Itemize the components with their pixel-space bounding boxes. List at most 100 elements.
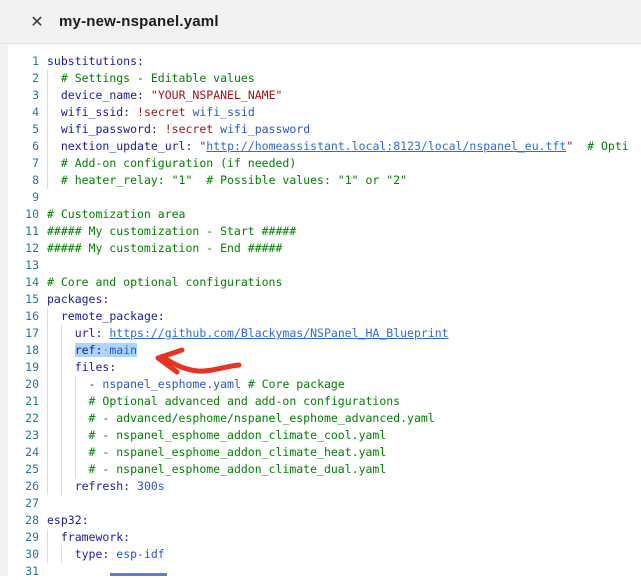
line-content[interactable]: # - nspanel_esphome_addon_climate_cool.y… [47, 427, 641, 444]
code-line-1[interactable]: 1substitutions: [0, 53, 641, 70]
indent-guide [61, 478, 62, 495]
indent-guide [47, 444, 48, 461]
token-cmt: # Core and optional configurations [47, 275, 282, 289]
line-content[interactable]: # - nspanel_esphome_addon_climate_dual.y… [47, 461, 641, 478]
code-line-3[interactable]: 3 device_name: "YOUR_NSPANEL_NAME" [0, 87, 641, 104]
token-cmt: # Add-on configuration (if needed) [61, 156, 296, 170]
line-content[interactable]: # Settings - Editable values [47, 70, 641, 87]
token-pl [47, 88, 61, 102]
code-line-14[interactable]: 14# Core and optional configurations [0, 274, 641, 291]
indent-guide [47, 427, 48, 444]
line-content[interactable]: # Customization area [47, 206, 641, 223]
line-content[interactable]: refresh: 300s [47, 478, 641, 495]
line-content[interactable]: packages: [47, 291, 641, 308]
indent-guide [61, 444, 62, 461]
indent-guide [47, 308, 48, 325]
token-key: substitutions: [47, 54, 144, 68]
indent-guide [47, 376, 48, 393]
line-content[interactable]: framework: [47, 529, 641, 546]
token-key: refresh: [75, 479, 130, 493]
token-pl [47, 411, 89, 425]
code-editor[interactable]: 1substitutions:2 # Settings - Editable v… [0, 44, 641, 580]
code-line-29[interactable]: 29 framework: [0, 529, 641, 546]
indent-guide [47, 172, 48, 189]
code-line-6[interactable]: 6 nextion_update_url: "http://homeassist… [0, 138, 641, 155]
code-line-21[interactable]: 21 # Optional advanced and add-on config… [0, 393, 641, 410]
line-content[interactable]: # - nspanel_esphome_addon_climate_heat.y… [47, 444, 641, 461]
close-icon[interactable]: ✕ [28, 13, 46, 31]
indent-guide [61, 461, 62, 478]
code-line-9[interactable]: 9 [0, 189, 641, 206]
code-line-23[interactable]: 23 # - nspanel_esphome_addon_climate_coo… [0, 427, 641, 444]
code-line-30[interactable]: 30 type: esp-idf [0, 546, 641, 563]
code-line-25[interactable]: 25 # - nspanel_esphome_addon_climate_dua… [0, 461, 641, 478]
indent-guide [61, 342, 62, 359]
indent-guide [61, 325, 62, 342]
line-content[interactable]: # - advanced/esphome/nspanel_esphome_adv… [47, 410, 641, 427]
editor-tab-bar: ✕ my-new-nspanel.yaml [0, 0, 641, 44]
indent-guide [47, 529, 48, 546]
line-content[interactable] [47, 563, 641, 580]
indent-guide [61, 546, 62, 563]
code-line-19[interactable]: 19 files: [0, 359, 641, 376]
indent-guide [75, 427, 76, 444]
line-content[interactable]: # Add-on configuration (if needed) [47, 155, 641, 172]
line-content[interactable]: ##### My customization - Start ##### [47, 223, 641, 240]
token-key: packages: [47, 292, 109, 306]
line-content[interactable]: # Core and optional configurations [47, 274, 641, 291]
code-line-18[interactable]: 18 ref:·main [0, 342, 641, 359]
code-line-28[interactable]: 28esp32: [0, 512, 641, 529]
line-content[interactable]: url: https://github.com/Blackymas/NSPane… [47, 325, 641, 342]
line-content[interactable]: wifi_ssid: !secret wifi_ssid [47, 104, 641, 121]
token-cmt: ##### My customization - Start ##### [47, 224, 296, 238]
line-content[interactable]: # Optional advanced and add-on configura… [47, 393, 641, 410]
code-line-4[interactable]: 4 wifi_ssid: !secret wifi_ssid [0, 104, 641, 121]
line-content[interactable]: - nspanel_esphome.yaml # Core package [47, 376, 641, 393]
code-line-31[interactable]: 31 [0, 563, 641, 580]
code-line-17[interactable]: 17 url: https://github.com/Blackymas/NSP… [0, 325, 641, 342]
code-line-13[interactable]: 13 [0, 257, 641, 274]
line-content[interactable]: type: esp-idf [47, 546, 641, 563]
indent-guide [47, 461, 48, 478]
indent-guide [47, 325, 48, 342]
line-content[interactable] [47, 257, 641, 274]
line-content[interactable]: esp32: [47, 512, 641, 529]
indent-guide [61, 359, 62, 376]
code-line-5[interactable]: 5 wifi_password: !secret wifi_password [0, 121, 641, 138]
code-line-16[interactable]: 16 remote_package: [0, 308, 641, 325]
token-key: files: [75, 360, 117, 374]
line-content[interactable]: nextion_update_url: "http://homeassistan… [47, 138, 641, 155]
line-content[interactable]: device_name: "YOUR_NSPANEL_NAME" [47, 87, 641, 104]
code-line-27[interactable]: 27 [0, 495, 641, 512]
code-line-15[interactable]: 15packages: [0, 291, 641, 308]
token-tag: !secret [137, 105, 185, 119]
token-pl [47, 530, 61, 544]
line-content[interactable]: files: [47, 359, 641, 376]
token-tag: !secret [165, 122, 213, 136]
line-content[interactable] [47, 189, 641, 206]
line-content[interactable] [47, 495, 641, 512]
code-line-12[interactable]: 12##### My customization - End ##### [0, 240, 641, 257]
token-cmt: # Core package [248, 377, 345, 391]
indent-guide [47, 70, 48, 87]
indent-guide [75, 410, 76, 427]
line-content[interactable]: wifi_password: !secret wifi_password [47, 121, 641, 138]
line-content[interactable]: # heater_relay: "1" # Possible values: "… [47, 172, 641, 189]
code-line-11[interactable]: 11##### My customization - Start ##### [0, 223, 641, 240]
code-line-22[interactable]: 22 # - advanced/esphome/nspanel_esphome_… [0, 410, 641, 427]
code-line-10[interactable]: 10# Customization area [0, 206, 641, 223]
line-content[interactable]: remote_package: [47, 308, 641, 325]
line-content[interactable]: ##### My customization - End ##### [47, 240, 641, 257]
token-key: type: [75, 547, 110, 561]
token-key: wifi_ssid: [61, 105, 130, 119]
code-line-7[interactable]: 7 # Add-on configuration (if needed) [0, 155, 641, 172]
code-line-20[interactable]: 20 - nspanel_esphome.yaml # Core package [0, 376, 641, 393]
code-line-8[interactable]: 8 # heater_relay: "1" # Possible values:… [0, 172, 641, 189]
code-line-26[interactable]: 26 refresh: 300s [0, 478, 641, 495]
line-content[interactable]: ref:·main [47, 342, 641, 359]
code-line-2[interactable]: 2 # Settings - Editable values [0, 70, 641, 87]
line-content[interactable]: substitutions: [47, 53, 641, 70]
token-pl [47, 377, 89, 391]
code-line-24[interactable]: 24 # - nspanel_esphome_addon_climate_hea… [0, 444, 641, 461]
token-key: esp32: [47, 513, 89, 527]
